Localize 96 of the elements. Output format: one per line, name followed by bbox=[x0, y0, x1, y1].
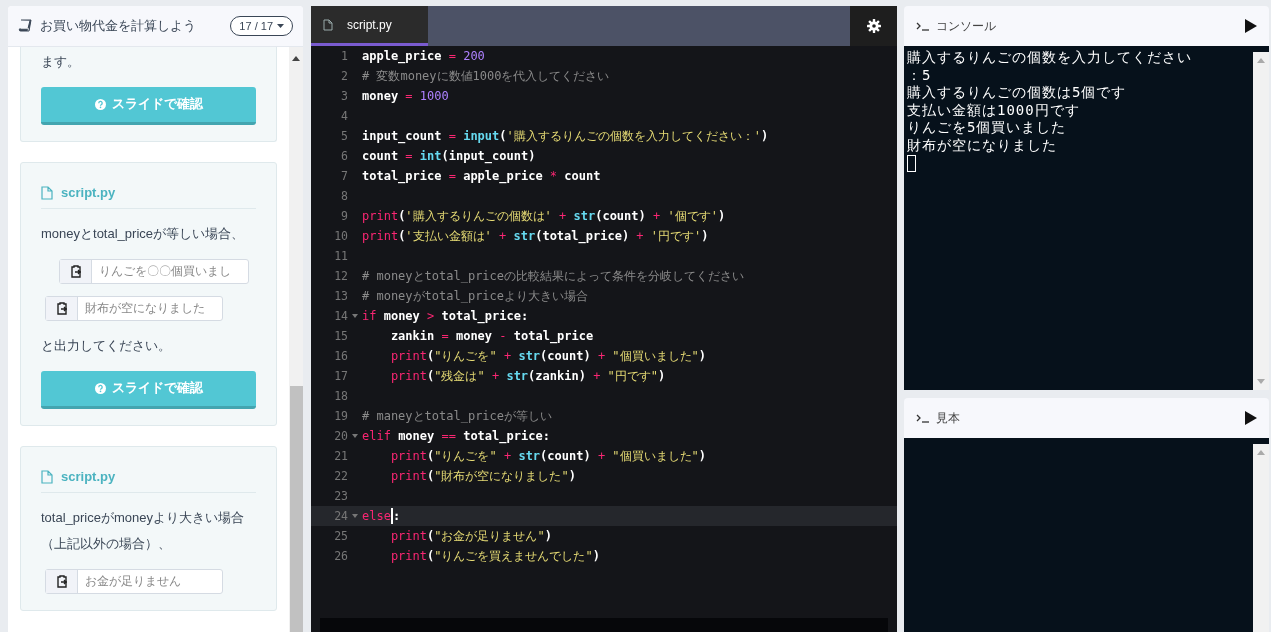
code-line: print("りんごを" + str(count) + "個買いました") bbox=[389, 347, 707, 365]
code-line: print("お金が足りません") bbox=[389, 527, 552, 545]
line-number: 6 bbox=[341, 149, 348, 163]
code-line: # 変数moneyに数値1000を代入してください bbox=[362, 67, 610, 85]
line-number: 26 bbox=[334, 549, 348, 563]
line-number: 10 bbox=[334, 229, 348, 243]
clipboard-icon bbox=[69, 265, 82, 278]
line-number: 18 bbox=[334, 389, 348, 403]
output-line: ：5 bbox=[907, 66, 933, 84]
line-number: 16 bbox=[334, 349, 348, 363]
scrollbar[interactable] bbox=[289, 47, 303, 632]
slide-confirm-button[interactable]: スライドで確認 bbox=[41, 371, 256, 409]
settings-icon bbox=[866, 19, 881, 33]
page-counter-dropdown[interactable]: 17 / 17 bbox=[230, 16, 293, 36]
scroll-down-icon bbox=[1257, 379, 1265, 384]
run-button[interactable] bbox=[1245, 411, 1257, 425]
fold-caret-icon[interactable] bbox=[352, 514, 358, 518]
line-number: 12 bbox=[334, 269, 348, 283]
caret-icon bbox=[277, 24, 284, 28]
code-line: input_count = input('購入するりんごの個数を入力してください：') bbox=[362, 127, 769, 145]
terminal-icon bbox=[916, 21, 930, 31]
output-line: 購入するりんごの個数を入力してください bbox=[907, 49, 1193, 67]
output-line: 財布が空になりました bbox=[907, 136, 1058, 154]
line-number: 3 bbox=[341, 89, 348, 103]
scrollbar[interactable] bbox=[1253, 444, 1269, 632]
clipboard-icon bbox=[55, 575, 68, 588]
help-icon bbox=[94, 383, 106, 394]
code-line: # moneyとtotal_priceの比較結果によって条件を分岐してください bbox=[362, 267, 745, 285]
line-number: 23 bbox=[334, 489, 348, 503]
line-number: 13 bbox=[334, 289, 348, 303]
scrollbar[interactable] bbox=[1253, 52, 1269, 390]
copy-field[interactable]: りんごを〇〇個買いまし bbox=[59, 259, 249, 284]
code-line: # maneyとtotal_priceが等しい bbox=[362, 407, 553, 425]
line-number: 2 bbox=[341, 69, 348, 83]
code-line: # moneyがtotal_priceより大きい場合 bbox=[362, 287, 589, 305]
run-button[interactable] bbox=[1245, 19, 1257, 33]
play-icon bbox=[1245, 411, 1257, 425]
scroll-up-icon bbox=[1257, 58, 1265, 63]
line-number: 7 bbox=[341, 169, 348, 183]
instruction-text: と出力してください。 bbox=[41, 337, 172, 355]
file-heading: script.py bbox=[41, 179, 256, 209]
line-number: 14 bbox=[334, 309, 348, 323]
file-icon bbox=[41, 185, 53, 200]
fold-caret-icon[interactable] bbox=[352, 434, 358, 438]
instruction-text: moneyとtotal_priceが等しい場合、 bbox=[41, 225, 245, 243]
slide-confirm-button[interactable]: スライドで確認 bbox=[41, 87, 256, 125]
instruction-text: total_priceがmoneyより大きい場合（上記以外の場合）、 bbox=[41, 509, 245, 553]
output-line: 購入するりんごの個数は5個です bbox=[907, 84, 1128, 102]
line-number: 21 bbox=[334, 449, 348, 463]
scroll-up-icon bbox=[1257, 450, 1265, 455]
line-number: 22 bbox=[334, 469, 348, 483]
line-number: 1 bbox=[341, 49, 348, 63]
file-icon bbox=[323, 18, 333, 31]
line-number: 4 bbox=[341, 109, 348, 123]
code-line: else : bbox=[362, 508, 401, 524]
code-line: print("残金は" + str(zankin) + "円です") bbox=[389, 367, 666, 385]
lesson-title: お買い物代金を計算しよう bbox=[40, 17, 197, 35]
scroll-up-icon bbox=[292, 56, 300, 61]
code-line: money = 1000 bbox=[362, 89, 449, 103]
code-line: print("りんごを" + str(count) + "個買いました") bbox=[389, 447, 707, 465]
console-title: コンソール bbox=[936, 17, 997, 35]
code-line: print('購入するりんごの個数は' + str(count) + '個です') bbox=[362, 207, 726, 225]
settings-button[interactable] bbox=[850, 6, 897, 46]
instruction-text: ます。 bbox=[41, 53, 81, 71]
line-number: 20 bbox=[334, 429, 348, 443]
sample-title: 見本 bbox=[936, 409, 961, 427]
file-tab[interactable]: script.py bbox=[311, 6, 428, 46]
terminal-icon bbox=[916, 413, 930, 423]
code-line: print("財布が空になりました") bbox=[389, 467, 576, 485]
line-number: 8 bbox=[341, 189, 348, 203]
output-line: りんごを5個買いました bbox=[907, 119, 1068, 137]
code-line: elif money == total_price: bbox=[362, 429, 550, 443]
code-line: zankin = money - total_price bbox=[389, 329, 594, 343]
line-number: 25 bbox=[334, 529, 348, 543]
output-line: 支払い金額は1000円です bbox=[907, 101, 1081, 119]
line-number: 15 bbox=[334, 329, 348, 343]
line-number: 24 bbox=[334, 509, 348, 523]
play-icon bbox=[1245, 19, 1257, 33]
line-number: 11 bbox=[334, 249, 348, 263]
code-line: print('支払い金額は' + str(total_price) + '円です') bbox=[362, 227, 709, 245]
copy-field[interactable]: お金が足りません bbox=[45, 569, 223, 594]
code-line: total_price = apple_price * count bbox=[362, 169, 601, 183]
code-line: apple_price = 200 bbox=[362, 49, 485, 63]
line-number: 9 bbox=[341, 209, 348, 223]
fold-caret-icon[interactable] bbox=[352, 314, 358, 318]
line-number: 5 bbox=[341, 129, 348, 143]
code-line: print("りんごを買えませんでした") bbox=[389, 547, 600, 565]
line-number: 17 bbox=[334, 369, 348, 383]
file-icon bbox=[41, 469, 53, 484]
clipboard-icon bbox=[55, 302, 68, 315]
help-icon bbox=[94, 99, 106, 110]
code-line: if money > total_price: bbox=[362, 309, 529, 323]
line-number: 19 bbox=[334, 409, 348, 423]
code-line: count = int(input_count) bbox=[362, 149, 536, 163]
file-heading: script.py bbox=[41, 463, 256, 493]
copy-field[interactable]: 財布が空になりました bbox=[45, 296, 223, 321]
